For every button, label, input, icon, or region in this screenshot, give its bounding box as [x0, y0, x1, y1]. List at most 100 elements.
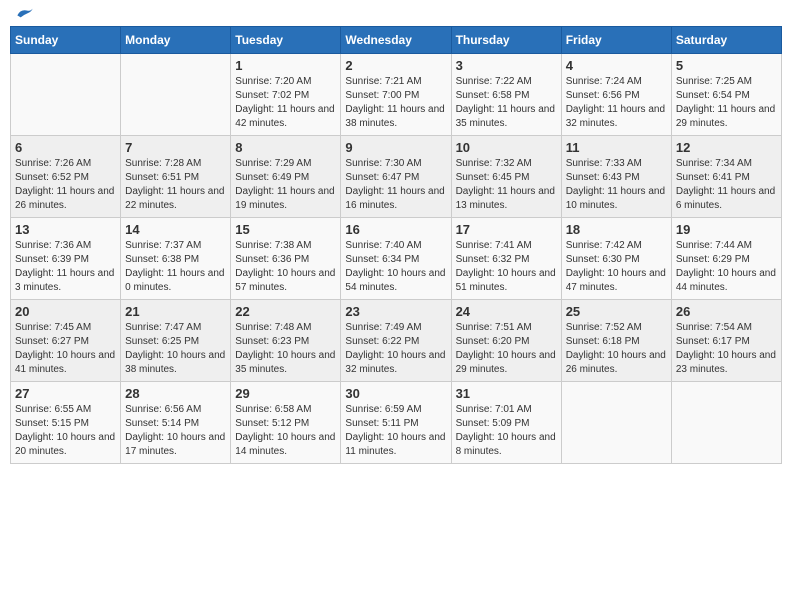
day-content: Sunrise: 7:30 AM Sunset: 6:47 PM Dayligh… — [345, 157, 446, 213]
day-content: Sunrise: 7:24 AM Sunset: 6:56 PM Dayligh… — [566, 75, 667, 131]
calendar-cell: 13 Sunrise: 7:36 AM Sunset: 6:39 PM Dayli… — [11, 218, 121, 300]
day-number: 17 — [456, 222, 557, 237]
calendar-cell: 2Sunrise: 7:21 AM Sunset: 7:00 PM Daylig… — [341, 54, 451, 136]
calendar-weekday: Sunday — [11, 27, 121, 54]
day-content: Sunrise: 7:34 AM Sunset: 6:41 PM Dayligh… — [676, 157, 777, 213]
day-content: Sunrise: 7:38 AM Sunset: 6:36 PM Dayligh… — [235, 239, 336, 295]
calendar-cell: 25 Sunrise: 7:52 AM Sunset: 6:18 PM Dayli… — [561, 300, 671, 382]
calendar-cell: 9 Sunrise: 7:30 AM Sunset: 6:47 PM Daylig… — [341, 136, 451, 218]
day-number: 15 — [235, 222, 336, 237]
calendar-cell: 8 Sunrise: 7:29 AM Sunset: 6:49 PM Daylig… — [231, 136, 341, 218]
calendar-weekday: Thursday — [451, 27, 561, 54]
day-content: Sunrise: 7:29 AM Sunset: 6:49 PM Dayligh… — [235, 157, 336, 213]
day-content: Sunrise: 7:33 AM Sunset: 6:43 PM Dayligh… — [566, 157, 667, 213]
calendar-cell: 22 Sunrise: 7:48 AM Sunset: 6:23 PM Dayli… — [231, 300, 341, 382]
calendar-cell: 17 Sunrise: 7:41 AM Sunset: 6:32 PM Dayli… — [451, 218, 561, 300]
day-number: 21 — [125, 304, 226, 319]
day-number: 4 — [566, 58, 667, 73]
calendar-cell: 24 Sunrise: 7:51 AM Sunset: 6:20 PM Dayli… — [451, 300, 561, 382]
day-content: Sunrise: 7:37 AM Sunset: 6:38 PM Dayligh… — [125, 239, 226, 295]
calendar-weekday: Wednesday — [341, 27, 451, 54]
day-number: 29 — [235, 386, 336, 401]
day-content: Sunrise: 7:40 AM Sunset: 6:34 PM Dayligh… — [345, 239, 446, 295]
day-content: Sunrise: 7:47 AM Sunset: 6:25 PM Dayligh… — [125, 321, 226, 377]
calendar-weekday: Friday — [561, 27, 671, 54]
day-content: Sunrise: 6:56 AM Sunset: 5:14 PM Dayligh… — [125, 403, 226, 459]
logo-bird-icon — [14, 2, 34, 22]
day-number: 10 — [456, 140, 557, 155]
calendar-cell: 14 Sunrise: 7:37 AM Sunset: 6:38 PM Dayli… — [121, 218, 231, 300]
calendar-cell — [671, 382, 781, 464]
calendar-cell: 5 Sunrise: 7:25 AM Sunset: 6:54 PM Daylig… — [671, 54, 781, 136]
day-number: 22 — [235, 304, 336, 319]
calendar-cell: 23Sunrise: 7:49 AM Sunset: 6:22 PM Dayli… — [341, 300, 451, 382]
day-number: 28 — [125, 386, 226, 401]
calendar-cell: 30Sunrise: 6:59 AM Sunset: 5:11 PM Dayli… — [341, 382, 451, 464]
calendar-cell: 27 Sunrise: 6:55 AM Sunset: 5:15 PM Dayli… — [11, 382, 121, 464]
calendar-weekday: Tuesday — [231, 27, 341, 54]
day-content: Sunrise: 7:25 AM Sunset: 6:54 PM Dayligh… — [676, 75, 777, 131]
day-number: 11 — [566, 140, 667, 155]
day-content: Sunrise: 7:01 AM Sunset: 5:09 PM Dayligh… — [456, 403, 557, 459]
day-number: 14 — [125, 222, 226, 237]
calendar-cell: 15 Sunrise: 7:38 AM Sunset: 6:36 PM Dayli… — [231, 218, 341, 300]
calendar-cell: 16Sunrise: 7:40 AM Sunset: 6:34 PM Dayli… — [341, 218, 451, 300]
day-content: Sunrise: 6:58 AM Sunset: 5:12 PM Dayligh… — [235, 403, 336, 459]
day-number: 30 — [345, 386, 446, 401]
day-number: 25 — [566, 304, 667, 319]
calendar-week-row: 20Sunrise: 7:45 AM Sunset: 6:27 PM Dayli… — [11, 300, 782, 382]
calendar-week-row: 1 Sunrise: 7:20 AM Sunset: 7:02 PM Daylig… — [11, 54, 782, 136]
day-number: 13 — [15, 222, 116, 237]
calendar-cell: 12Sunrise: 7:34 AM Sunset: 6:41 PM Dayli… — [671, 136, 781, 218]
day-content: Sunrise: 7:26 AM Sunset: 6:52 PM Dayligh… — [15, 157, 116, 213]
day-content: Sunrise: 7:20 AM Sunset: 7:02 PM Dayligh… — [235, 75, 336, 131]
calendar-week-row: 13 Sunrise: 7:36 AM Sunset: 6:39 PM Dayli… — [11, 218, 782, 300]
day-content: Sunrise: 7:54 AM Sunset: 6:17 PM Dayligh… — [676, 321, 777, 377]
day-number: 19 — [676, 222, 777, 237]
calendar-cell: 11 Sunrise: 7:33 AM Sunset: 6:43 PM Dayli… — [561, 136, 671, 218]
calendar-cell: 31 Sunrise: 7:01 AM Sunset: 5:09 PM Dayli… — [451, 382, 561, 464]
day-content: Sunrise: 6:55 AM Sunset: 5:15 PM Dayligh… — [15, 403, 116, 459]
day-content: Sunrise: 7:42 AM Sunset: 6:30 PM Dayligh… — [566, 239, 667, 295]
day-number: 26 — [676, 304, 777, 319]
calendar-cell: 7Sunrise: 7:28 AM Sunset: 6:51 PM Daylig… — [121, 136, 231, 218]
calendar-cell: 1 Sunrise: 7:20 AM Sunset: 7:02 PM Daylig… — [231, 54, 341, 136]
calendar-cell: 19 Sunrise: 7:44 AM Sunset: 6:29 PM Dayli… — [671, 218, 781, 300]
logo — [14, 10, 34, 18]
page-header — [10, 10, 782, 18]
calendar-cell: 26 Sunrise: 7:54 AM Sunset: 6:17 PM Dayli… — [671, 300, 781, 382]
day-number: 31 — [456, 386, 557, 401]
day-number: 7 — [125, 140, 226, 155]
day-number: 20 — [15, 304, 116, 319]
day-number: 8 — [235, 140, 336, 155]
calendar-cell: 29 Sunrise: 6:58 AM Sunset: 5:12 PM Dayli… — [231, 382, 341, 464]
day-content: Sunrise: 7:52 AM Sunset: 6:18 PM Dayligh… — [566, 321, 667, 377]
day-number: 3 — [456, 58, 557, 73]
day-content: Sunrise: 7:51 AM Sunset: 6:20 PM Dayligh… — [456, 321, 557, 377]
calendar-cell: 6Sunrise: 7:26 AM Sunset: 6:52 PM Daylig… — [11, 136, 121, 218]
calendar-cell — [561, 382, 671, 464]
day-number: 1 — [235, 58, 336, 73]
calendar-cell: 21 Sunrise: 7:47 AM Sunset: 6:25 PM Dayli… — [121, 300, 231, 382]
day-number: 23 — [345, 304, 446, 319]
day-number: 5 — [676, 58, 777, 73]
day-content: Sunrise: 7:32 AM Sunset: 6:45 PM Dayligh… — [456, 157, 557, 213]
calendar-weekday: Saturday — [671, 27, 781, 54]
calendar-cell — [11, 54, 121, 136]
calendar-cell — [121, 54, 231, 136]
day-content: Sunrise: 7:48 AM Sunset: 6:23 PM Dayligh… — [235, 321, 336, 377]
calendar-table: SundayMondayTuesdayWednesdayThursdayFrid… — [10, 26, 782, 464]
day-number: 18 — [566, 222, 667, 237]
calendar-week-row: 6Sunrise: 7:26 AM Sunset: 6:52 PM Daylig… — [11, 136, 782, 218]
day-content: Sunrise: 7:36 AM Sunset: 6:39 PM Dayligh… — [15, 239, 116, 295]
calendar-cell: 10 Sunrise: 7:32 AM Sunset: 6:45 PM Dayli… — [451, 136, 561, 218]
day-number: 2 — [345, 58, 446, 73]
calendar-cell: 4 Sunrise: 7:24 AM Sunset: 6:56 PM Daylig… — [561, 54, 671, 136]
day-content: Sunrise: 7:22 AM Sunset: 6:58 PM Dayligh… — [456, 75, 557, 131]
day-number: 9 — [345, 140, 446, 155]
day-number: 27 — [15, 386, 116, 401]
day-content: Sunrise: 7:44 AM Sunset: 6:29 PM Dayligh… — [676, 239, 777, 295]
day-content: Sunrise: 7:41 AM Sunset: 6:32 PM Dayligh… — [456, 239, 557, 295]
day-number: 24 — [456, 304, 557, 319]
calendar-weekday: Monday — [121, 27, 231, 54]
